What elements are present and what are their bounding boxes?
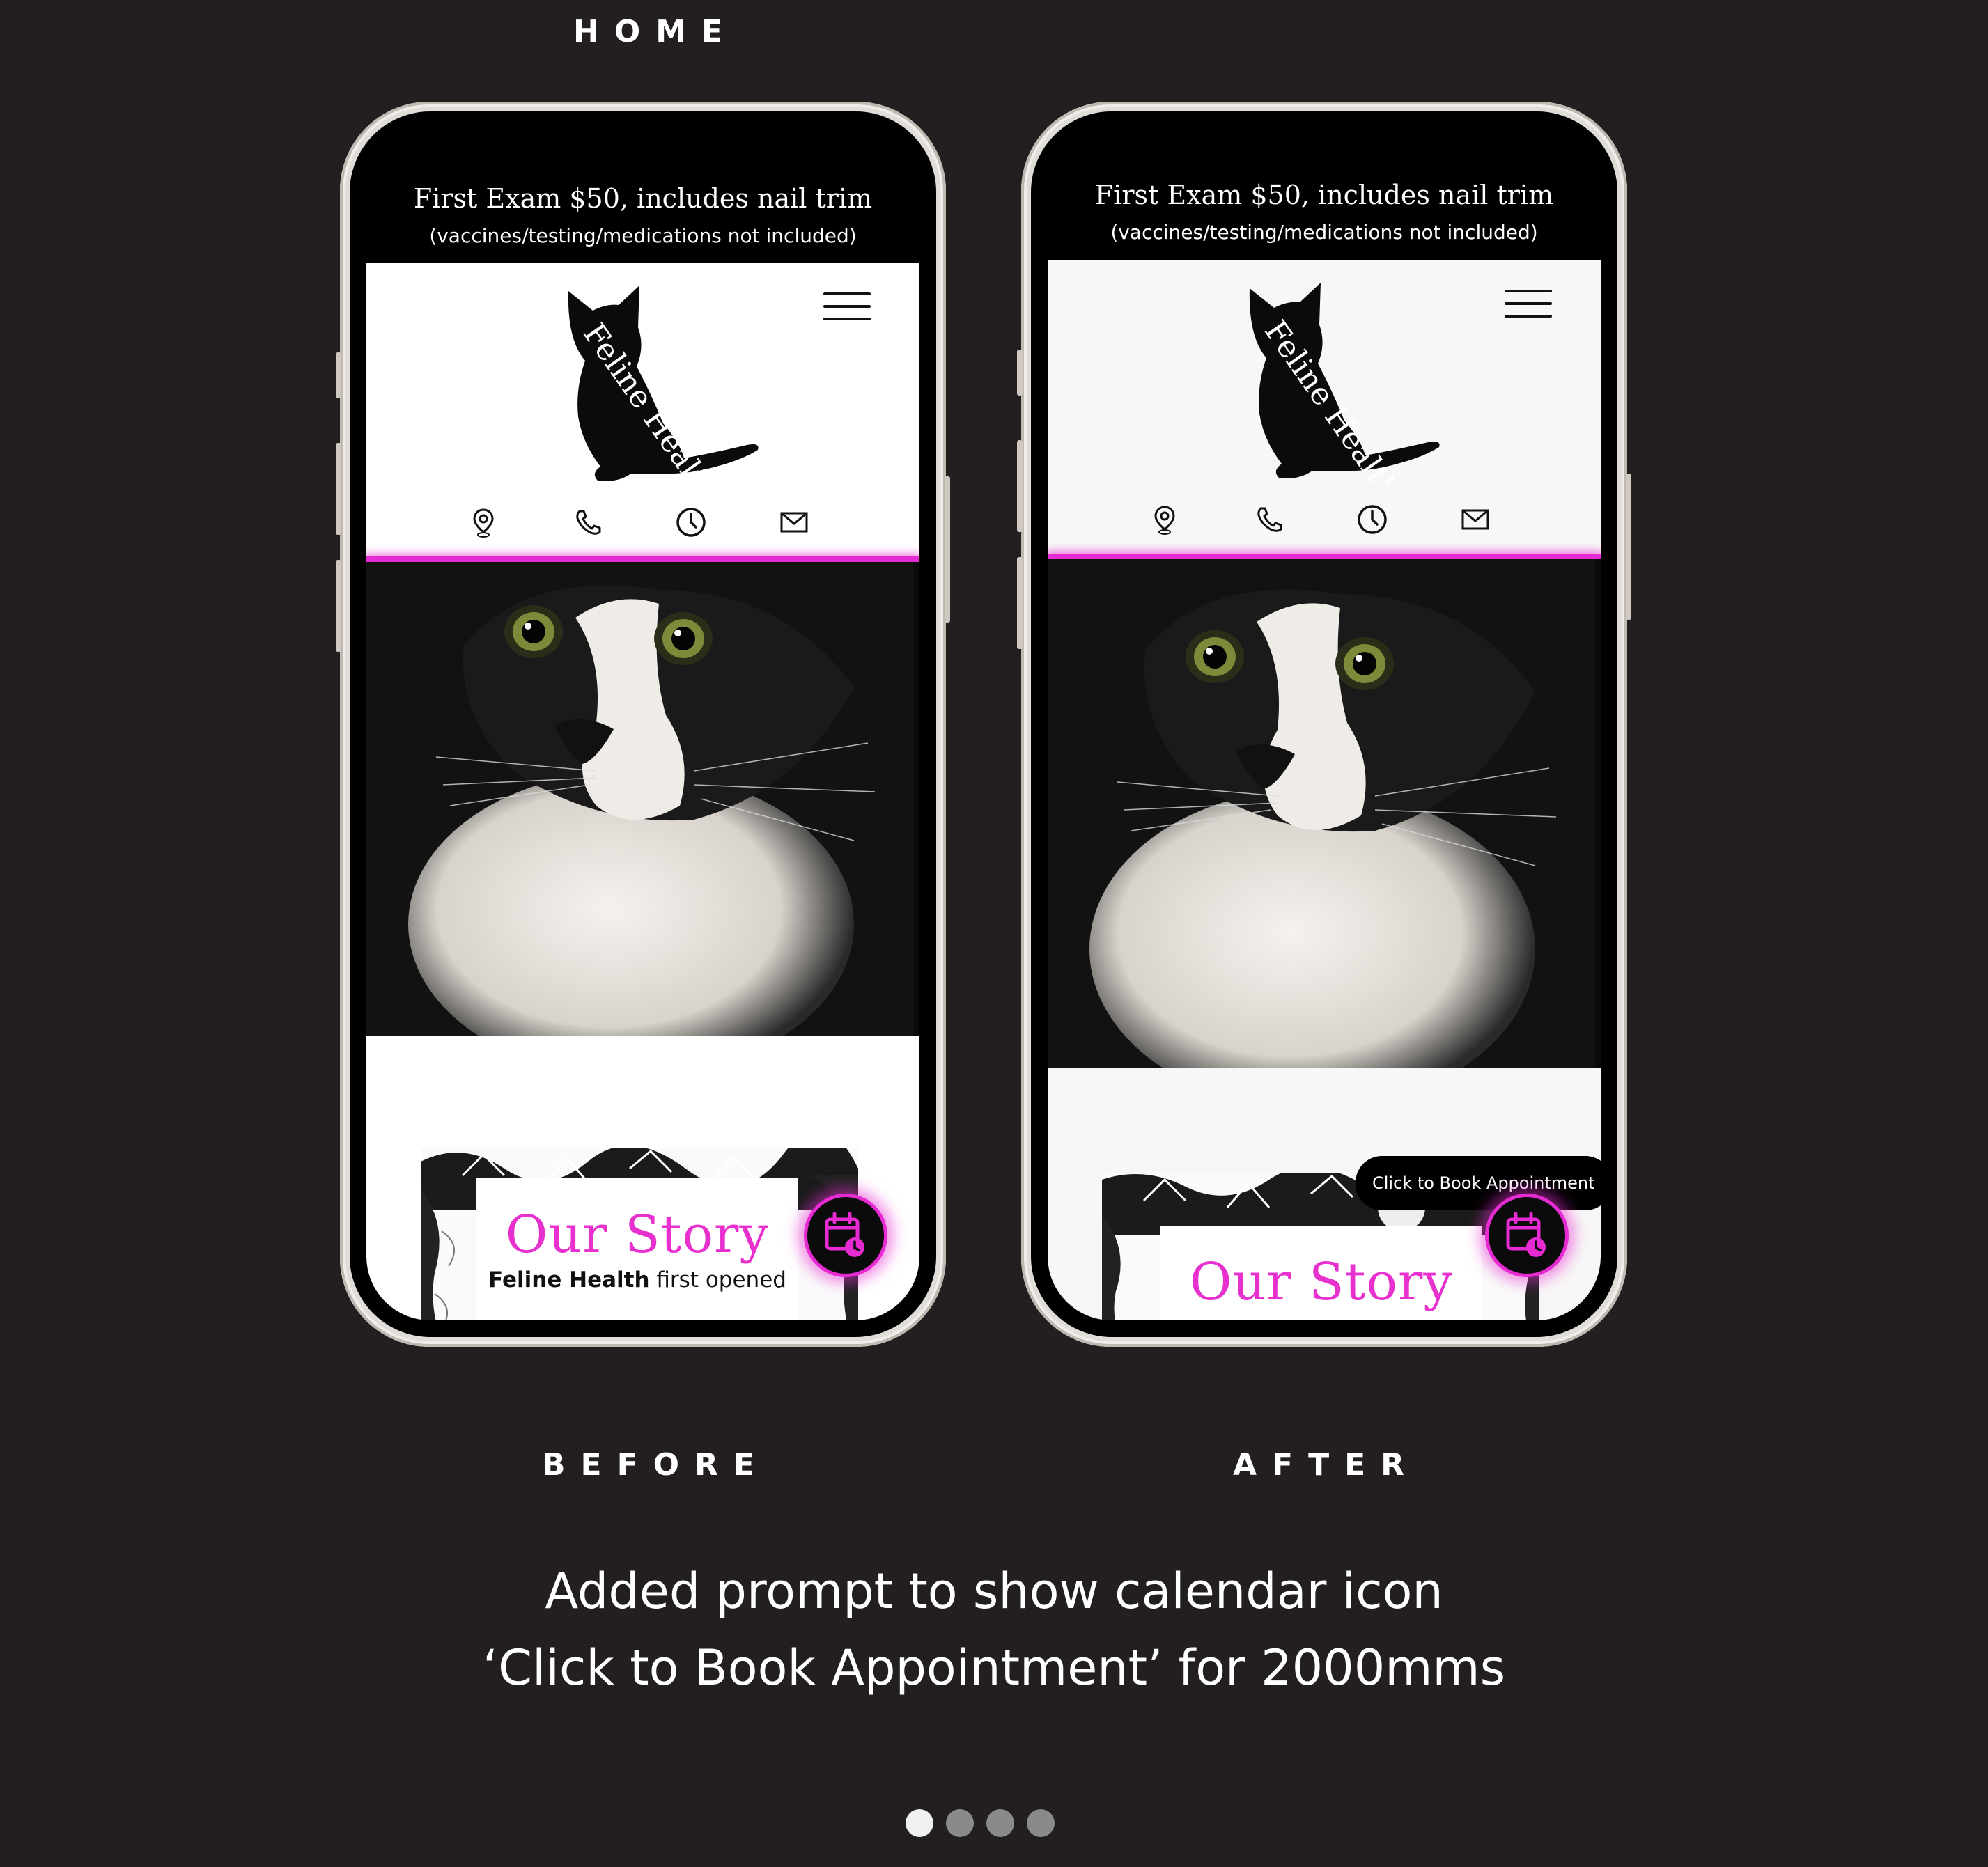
- side-button: [336, 443, 341, 535]
- pagination-dot-2[interactable]: [946, 1809, 974, 1837]
- phone-before: First Exam $50, includes nail trim (vacc…: [336, 102, 950, 1347]
- side-button: [1017, 557, 1023, 649]
- phone-screen: First Exam $50, includes nail trim (vacc…: [366, 111, 919, 1320]
- pagination-dot-3[interactable]: [986, 1809, 1014, 1837]
- promo-line1: First Exam $50, includes nail trim: [1094, 180, 1554, 210]
- accent-divider: [366, 556, 919, 562]
- promo-banner: First Exam $50, includes nail trim (vacc…: [1048, 111, 1601, 260]
- hero-cat-photo: [366, 562, 919, 1036]
- promo-line2: (vaccines/testing/medications not includ…: [1110, 221, 1538, 244]
- mail-icon[interactable]: [1459, 503, 1492, 536]
- feline-health-logo[interactable]: Feline Health: [554, 284, 763, 486]
- phone-screen: First Exam $50, includes nail trim (vacc…: [1048, 111, 1601, 1320]
- side-button: [1626, 474, 1631, 620]
- clock-icon[interactable]: [1356, 503, 1389, 536]
- hamburger-menu-icon[interactable]: [823, 292, 871, 320]
- mail-icon[interactable]: [777, 506, 811, 539]
- caption-line2: ‘Click to Book Appointment’ for 2000mms: [482, 1639, 1506, 1696]
- promo-line2: (vaccines/testing/medications not includ…: [429, 224, 857, 247]
- side-button: [1017, 440, 1023, 532]
- location-pin-icon[interactable]: [1148, 503, 1181, 536]
- feline-health-logo[interactable]: Feline Health: [1236, 281, 1445, 483]
- phone-bezel: First Exam $50, includes nail trim (vacc…: [350, 111, 936, 1337]
- promo-line1: First Exam $50, includes nail trim: [413, 183, 873, 214]
- tooltip-text: Click to Book Appointment: [1372, 1173, 1595, 1193]
- site-header: Feline Health: [1048, 260, 1601, 556]
- phone-icon[interactable]: [571, 506, 605, 539]
- side-button: [1017, 350, 1023, 396]
- story-text-rest: first opened: [649, 1267, 786, 1292]
- story-text: Feline Health first opened: [476, 1267, 798, 1292]
- our-story-card: Our Story: [1160, 1226, 1482, 1320]
- hero-cat-photo: [1048, 559, 1601, 1068]
- clock-icon[interactable]: [674, 506, 708, 539]
- page-title: HOME: [573, 14, 738, 49]
- accent-divider: [1048, 554, 1601, 559]
- location-pin-icon[interactable]: [467, 506, 500, 539]
- side-button: [336, 352, 341, 398]
- phone-bezel: First Exam $50, includes nail trim (vacc…: [1031, 111, 1617, 1337]
- story-title: Our Story: [505, 1205, 770, 1265]
- calendar-clock-icon: [825, 1212, 864, 1257]
- story-title: Our Story: [1189, 1252, 1454, 1312]
- promo-banner: First Exam $50, includes nail trim (vacc…: [366, 111, 919, 263]
- pagination-dot-1[interactable]: [906, 1809, 933, 1837]
- phone-icon[interactable]: [1252, 503, 1286, 536]
- story-brand: Feline Health: [488, 1267, 650, 1292]
- our-story-card: Our Story Feline Health first opened: [476, 1178, 798, 1320]
- book-appointment-tooltip: Click to Book Appointment: [1356, 1156, 1601, 1227]
- pagination-dot-4[interactable]: [1027, 1809, 1055, 1837]
- calendar-clock-icon: [1506, 1212, 1546, 1257]
- hamburger-menu-icon[interactable]: [1505, 290, 1552, 318]
- phone-after: First Exam $50, includes nail trim (vacc…: [1017, 102, 1631, 1347]
- before-label: BEFORE: [542, 1447, 770, 1483]
- side-button: [336, 560, 341, 652]
- book-appointment-button[interactable]: [1485, 1194, 1569, 1277]
- after-label: AFTER: [1233, 1447, 1420, 1483]
- caption-line1: Added prompt to show calendar icon: [545, 1563, 1443, 1620]
- book-appointment-button[interactable]: [804, 1194, 887, 1277]
- side-button: [945, 476, 950, 623]
- site-header: Feline Health: [366, 263, 919, 559]
